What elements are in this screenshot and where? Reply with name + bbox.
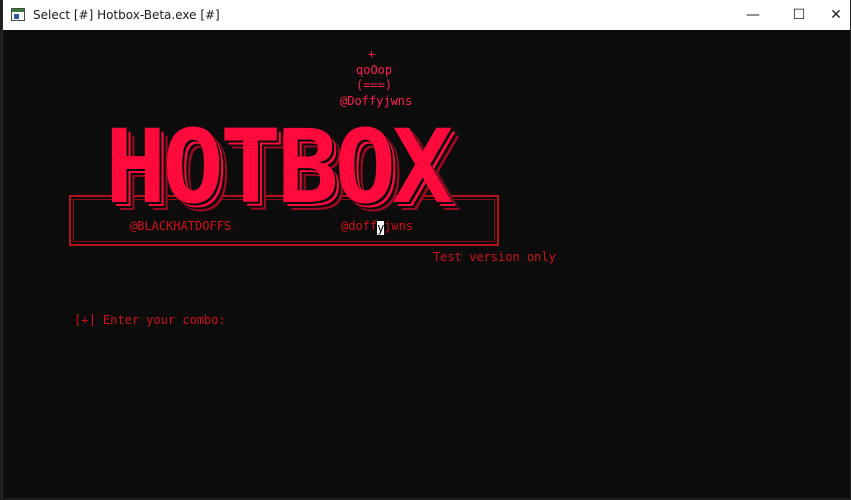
ascii-art-line: qoOop bbox=[356, 63, 393, 77]
console-output[interactable]: + qoOop (===) @Doffyjwns HOTBOX @BLACKHA… bbox=[3, 30, 850, 498]
close-button[interactable]: ✕ bbox=[822, 0, 850, 30]
hotbox-logo: HOTBOX bbox=[105, 108, 453, 227]
ascii-art-line: + bbox=[368, 47, 376, 61]
maximize-button[interactable]: ☐ bbox=[776, 0, 822, 30]
window-title: Select [#] Hotbox-Beta.exe [#] bbox=[33, 8, 220, 22]
combo-prompt: [+] Enter your combo: bbox=[74, 313, 226, 327]
console-app-icon bbox=[11, 8, 25, 21]
ascii-art-handle: @Doffyjwns bbox=[340, 94, 413, 108]
minimize-button[interactable]: — bbox=[730, 0, 776, 30]
handle-left: @BLACKHATDOFFS bbox=[130, 219, 232, 233]
version-note: Test version only bbox=[433, 250, 556, 264]
title-bar[interactable]: Select [#] Hotbox-Beta.exe [#] — ☐ ✕ bbox=[3, 0, 850, 30]
ascii-art-line: (===) bbox=[356, 78, 393, 92]
console-window: Select [#] Hotbox-Beta.exe [#] — ☐ ✕ + q… bbox=[2, 0, 851, 498]
handle-right: @doffyjwns bbox=[341, 219, 414, 235]
